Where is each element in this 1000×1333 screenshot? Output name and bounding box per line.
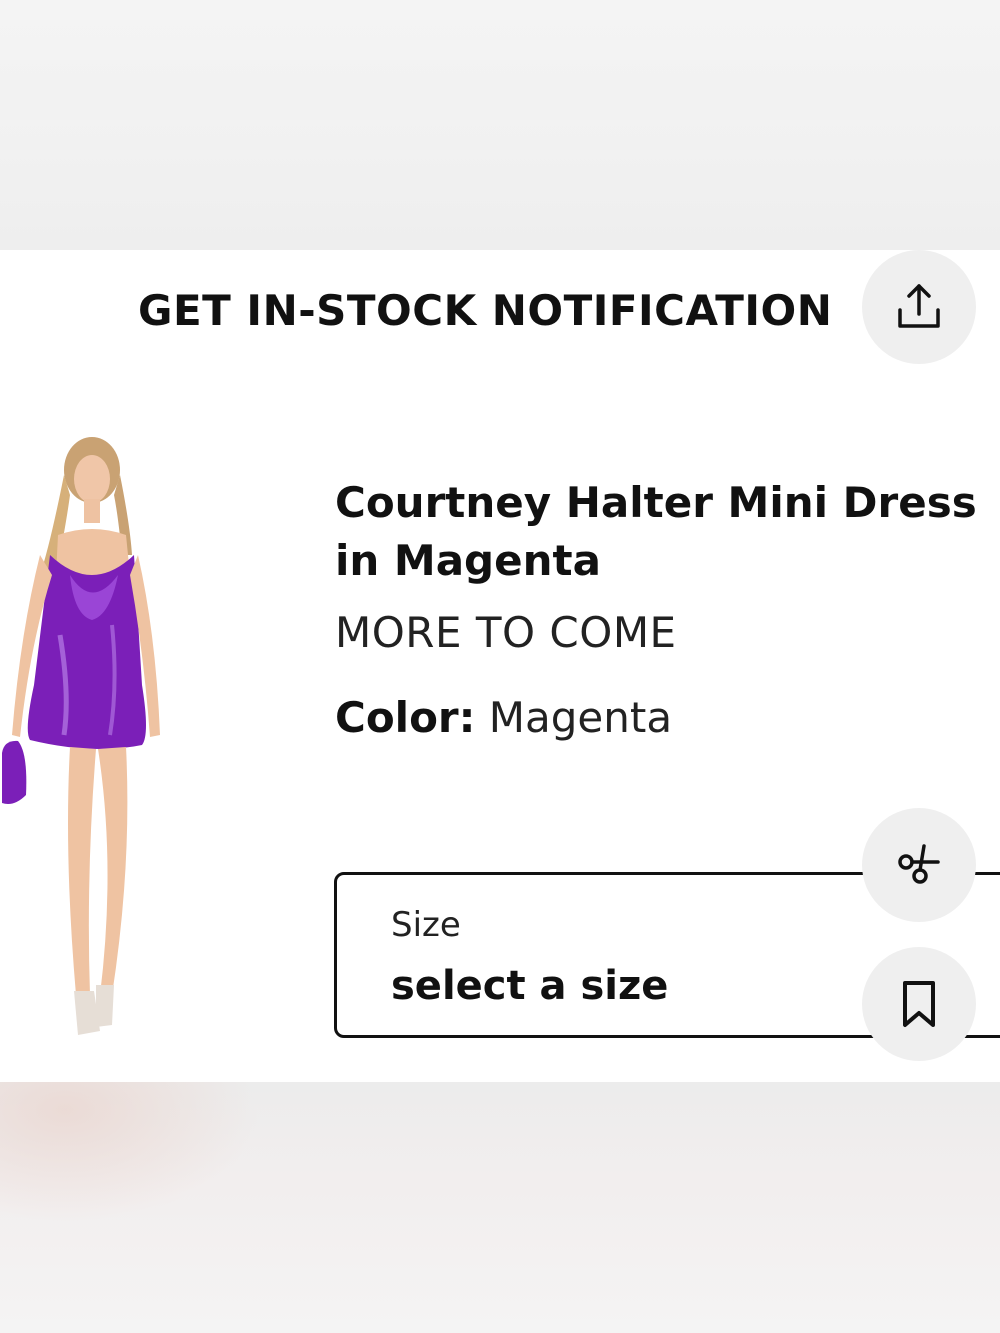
blurred-background-top [0, 0, 1000, 250]
in-stock-notification-button[interactable]: GET IN-STOCK NOTIFICATION [138, 286, 832, 335]
share-button[interactable] [862, 250, 976, 364]
share-icon [898, 284, 940, 328]
color-selection: Color: Magenta [335, 693, 672, 742]
blurred-background-bottom [0, 1082, 1000, 1333]
size-label: Size [391, 905, 461, 945]
brand-link[interactable]: MORE TO COME [335, 608, 677, 657]
save-button[interactable] [862, 947, 976, 1061]
color-value: Magenta [488, 693, 673, 742]
product-title: Courtney Halter Mini Dress in Magenta [335, 478, 977, 585]
scissors-fit-icon [898, 844, 940, 884]
bookmark-icon [903, 981, 935, 1027]
size-value: select a size [391, 963, 669, 1009]
fit-guide-button[interactable] [862, 808, 976, 922]
product-image[interactable] [0, 435, 170, 1045]
product-panel: GET IN-STOCK NOTIFICATION Courtney Halte… [0, 250, 1000, 1082]
color-label: Color: [335, 693, 476, 742]
